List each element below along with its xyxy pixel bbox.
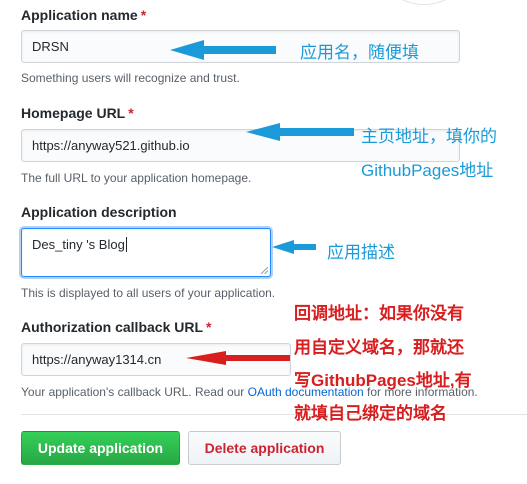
annotation-callback-line1: 回调地址：如果你没有 bbox=[294, 304, 464, 323]
annotation-callback-line3: 写GithubPages地址,有 bbox=[294, 371, 472, 390]
delete-application-button[interactable]: Delete application bbox=[188, 431, 341, 465]
annotation-app-name: 应用名，随便填 bbox=[300, 43, 419, 62]
arrow-left-icon bbox=[272, 240, 316, 254]
annotation-description: 应用描述 bbox=[327, 243, 395, 262]
required-mark: * bbox=[140, 7, 147, 23]
app-name-label: Application name * bbox=[21, 7, 147, 23]
app-name-value: DRSN bbox=[32, 39, 69, 54]
app-name-hint: Something users will recognize and trust… bbox=[21, 71, 240, 85]
description-value: Des_tiny 's Blog bbox=[32, 237, 125, 252]
text-caret bbox=[125, 237, 127, 252]
arrow-left-icon bbox=[170, 40, 276, 60]
annotation-callback-line4: 就填自己绑定的域名 bbox=[294, 404, 447, 423]
required-mark: * bbox=[206, 319, 212, 335]
description-label: Application description bbox=[21, 204, 177, 220]
arrow-left-icon bbox=[246, 123, 354, 141]
callback-url-value: https://anyway1314.cn bbox=[32, 352, 162, 367]
resize-grip-icon[interactable] bbox=[260, 266, 268, 274]
annotation-homepage-line2: GithubPages地址 bbox=[361, 161, 494, 180]
annotation-callback-line2: 用自定义域名，那就还 bbox=[294, 338, 464, 357]
homepage-url-value: https://anyway521.github.io bbox=[32, 138, 190, 153]
callback-url-label: Authorization callback URL * bbox=[21, 319, 212, 335]
description-textarea[interactable]: Des_tiny 's Blog bbox=[21, 228, 271, 277]
annotation-homepage-line1: 主页地址，填你的 bbox=[361, 127, 497, 146]
homepage-url-label: Homepage URL * bbox=[21, 105, 134, 121]
required-mark: * bbox=[128, 105, 134, 121]
arrow-left-icon bbox=[186, 351, 290, 365]
homepage-url-hint: The full URL to your application homepag… bbox=[21, 171, 252, 185]
avatar-edge bbox=[378, 0, 470, 5]
description-hint: This is displayed to all users of your a… bbox=[21, 286, 276, 300]
update-application-button[interactable]: Update application bbox=[21, 431, 180, 465]
form-divider bbox=[21, 414, 527, 415]
